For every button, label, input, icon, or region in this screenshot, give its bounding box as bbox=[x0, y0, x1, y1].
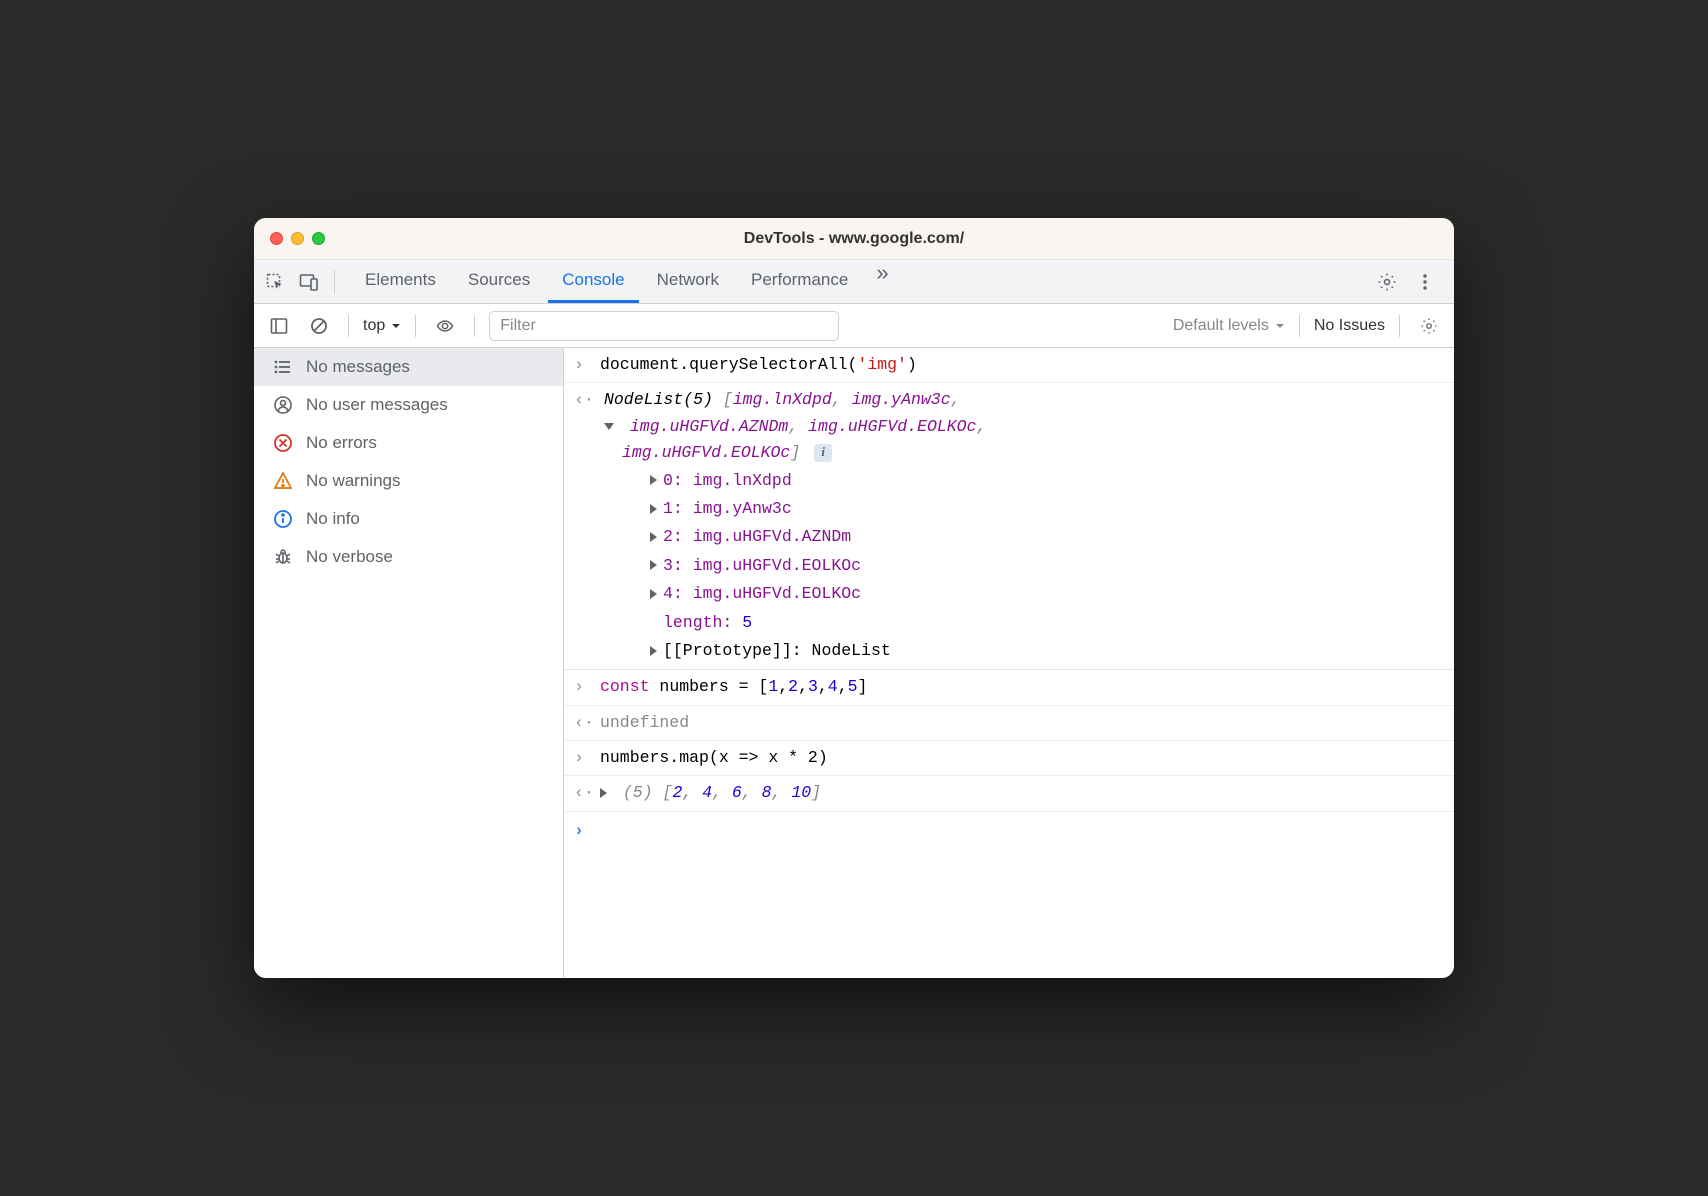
tabs-overflow-button[interactable]: » bbox=[866, 260, 898, 303]
settings-icon[interactable] bbox=[1372, 267, 1402, 297]
sidebar-label: No errors bbox=[306, 433, 377, 453]
input-chevron-icon: › bbox=[574, 745, 600, 771]
nodelist-item[interactable]: 2: img.uHGFVd.AZNDm bbox=[650, 523, 1444, 551]
array-count: (5) bbox=[623, 783, 653, 802]
inspect-element-icon[interactable] bbox=[260, 267, 290, 297]
titlebar: DevTools - www.google.com/ bbox=[254, 218, 1454, 260]
tab-console[interactable]: Console bbox=[548, 260, 638, 303]
undefined-result: undefined bbox=[600, 710, 1444, 736]
sidebar-label: No messages bbox=[306, 357, 410, 377]
nodelist-item[interactable]: 3: img.uHGFVd.EOLKOc bbox=[650, 552, 1444, 580]
clear-console-icon[interactable] bbox=[304, 311, 334, 341]
bug-icon bbox=[272, 546, 294, 568]
sidebar-item-info[interactable]: No info bbox=[254, 500, 563, 538]
command-text: numbers.map(x => x * 2) bbox=[600, 745, 1444, 771]
tab-performance[interactable]: Performance bbox=[737, 260, 862, 303]
console-settings-icon[interactable] bbox=[1414, 311, 1444, 341]
output-chevron-icon: ‹· bbox=[574, 387, 600, 665]
live-expression-icon[interactable] bbox=[430, 311, 460, 341]
separator bbox=[334, 270, 335, 294]
output-chevron-icon: ‹· bbox=[574, 780, 600, 806]
tab-sources[interactable]: Sources bbox=[454, 260, 544, 303]
sidebar-label: No warnings bbox=[306, 471, 401, 491]
console-output-row[interactable]: ‹· NodeList(5) [img.lnXdpd, img.yAnw3c, … bbox=[564, 383, 1454, 670]
panel-tabs: Elements Sources Console Network Perform… bbox=[351, 260, 899, 303]
console-output: › document.querySelectorAll('img') ‹· No… bbox=[564, 348, 1454, 978]
levels-label: Default levels bbox=[1173, 317, 1269, 335]
input-chevron-icon: › bbox=[574, 352, 600, 378]
user-icon bbox=[272, 394, 294, 416]
filter-input[interactable] bbox=[489, 311, 839, 341]
sidebar-label: No info bbox=[306, 509, 360, 529]
more-options-icon[interactable] bbox=[1410, 267, 1440, 297]
error-icon bbox=[272, 432, 294, 454]
console-toolbar: top Default levels No Issues bbox=[254, 304, 1454, 348]
command-text: const numbers = [1,2,3,4,5] bbox=[600, 674, 1444, 700]
nodelist-preview-item: img.uHGFVd.EOLKOc bbox=[622, 443, 790, 462]
tab-network[interactable]: Network bbox=[643, 260, 733, 303]
main-tabbar: Elements Sources Console Network Perform… bbox=[254, 260, 1454, 304]
toggle-sidebar-icon[interactable] bbox=[264, 311, 294, 341]
log-levels-select[interactable]: Default levels bbox=[1173, 317, 1285, 335]
nodelist-item[interactable]: 4: img.uHGFVd.EOLKOc bbox=[650, 580, 1444, 608]
console-output-row: ‹· undefined bbox=[564, 706, 1454, 741]
window-controls bbox=[254, 232, 325, 245]
console-input-row[interactable]: › const numbers = [1,2,3,4,5] bbox=[564, 670, 1454, 705]
sidebar-item-verbose[interactable]: No verbose bbox=[254, 538, 563, 576]
expand-toggle-icon[interactable] bbox=[600, 788, 607, 798]
context-label: top bbox=[363, 317, 385, 335]
sidebar-item-messages[interactable]: No messages bbox=[254, 348, 563, 386]
nodelist-item[interactable]: 1: img.yAnw3c bbox=[650, 495, 1444, 523]
sidebar-label: No verbose bbox=[306, 547, 393, 567]
device-toolbar-icon[interactable] bbox=[294, 267, 324, 297]
output-chevron-icon: ‹· bbox=[574, 710, 600, 736]
input-chevron-icon: › bbox=[574, 674, 600, 700]
console-input-row[interactable]: › numbers.map(x => x * 2) bbox=[564, 741, 1454, 776]
close-window-button[interactable] bbox=[270, 232, 283, 245]
expand-toggle-icon[interactable] bbox=[604, 423, 614, 430]
nodelist-preview-item: img.uHGFVd.AZNDm bbox=[630, 417, 788, 436]
minimize-window-button[interactable] bbox=[291, 232, 304, 245]
console-prompt[interactable]: › bbox=[564, 812, 1454, 850]
console-sidebar: No messages No user messages No errors bbox=[254, 348, 564, 978]
issues-counter[interactable]: No Issues bbox=[1314, 317, 1385, 335]
nodelist-item[interactable]: 0: img.lnXdpd bbox=[650, 467, 1444, 495]
console-input-row[interactable]: › document.querySelectorAll('img') bbox=[564, 348, 1454, 383]
sidebar-item-warnings[interactable]: No warnings bbox=[254, 462, 563, 500]
list-icon bbox=[272, 356, 294, 378]
sidebar-item-errors[interactable]: No errors bbox=[254, 424, 563, 462]
info-badge-icon[interactable]: i bbox=[814, 444, 832, 462]
devtools-window: DevTools - www.google.com/ Elements Sour… bbox=[254, 218, 1454, 978]
nodelist-prototype[interactable]: [[Prototype]]: NodeList bbox=[650, 637, 1444, 665]
zoom-window-button[interactable] bbox=[312, 232, 325, 245]
console-output-row[interactable]: ‹· (5) [2, 4, 6, 8, 10] bbox=[564, 776, 1454, 811]
prompt-chevron-icon: › bbox=[574, 818, 600, 844]
nodelist-summary[interactable]: NodeList(5) [img.lnXdpd, img.yAnw3c, bbox=[600, 387, 1444, 413]
info-icon bbox=[272, 508, 294, 530]
sidebar-label: No user messages bbox=[306, 395, 448, 415]
tab-elements[interactable]: Elements bbox=[351, 260, 450, 303]
warning-icon bbox=[272, 470, 294, 492]
sidebar-item-user-messages[interactable]: No user messages bbox=[254, 386, 563, 424]
command-text: document.querySelectorAll('img') bbox=[600, 352, 1444, 378]
window-title: DevTools - www.google.com/ bbox=[254, 230, 1454, 248]
nodelist-length: length: 5 bbox=[650, 609, 1444, 637]
execution-context-select[interactable]: top bbox=[363, 317, 401, 335]
